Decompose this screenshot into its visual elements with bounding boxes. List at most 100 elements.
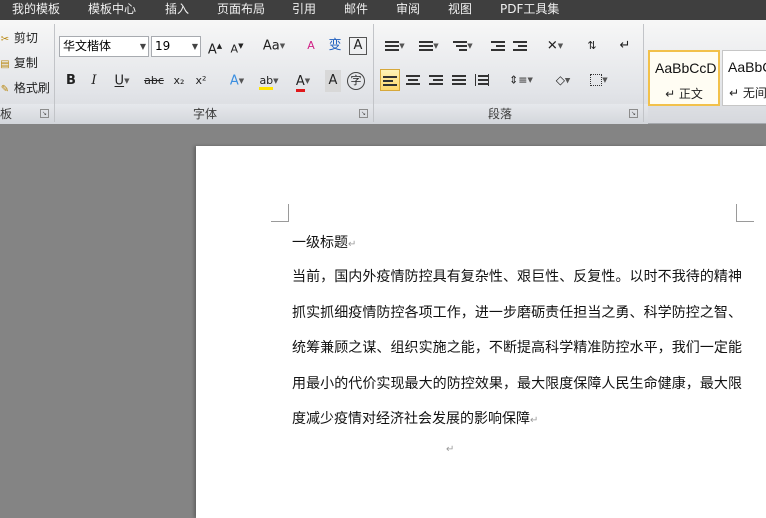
multilevel-list-button[interactable]: ▼ bbox=[448, 35, 478, 57]
style-name: ↵ 无间 bbox=[729, 86, 766, 100]
border-icon bbox=[590, 74, 603, 86]
strikethrough-button[interactable]: abc bbox=[143, 70, 165, 92]
highlighter-icon: ab bbox=[259, 74, 274, 90]
change-case-button[interactable]: Aa▼ bbox=[260, 35, 288, 57]
char-shading-button[interactable]: A bbox=[325, 70, 341, 92]
style-no-spacing[interactable]: AaBbC ↵ 无间 bbox=[722, 50, 766, 106]
strikethrough-icon: abc bbox=[144, 74, 164, 87]
increase-indent-button[interactable] bbox=[510, 35, 530, 57]
decrease-indent-icon bbox=[491, 40, 505, 52]
grow-font-icon: A bbox=[207, 42, 217, 58]
underline-button[interactable]: U▼ bbox=[109, 70, 135, 92]
multilevel-list-icon bbox=[453, 40, 468, 52]
bold-button[interactable]: B bbox=[63, 70, 79, 92]
char-border-button[interactable]: A bbox=[349, 37, 367, 55]
enclose-char-button[interactable]: 字 bbox=[347, 72, 365, 90]
sort-button[interactable]: ⇅ bbox=[582, 35, 602, 57]
clear-format-button[interactable]: A bbox=[302, 35, 320, 57]
subscript-icon: x₂ bbox=[173, 74, 185, 87]
bullets-button[interactable]: ▼ bbox=[380, 35, 410, 57]
font-name-value: 华文楷体 bbox=[63, 39, 112, 53]
group-label-row bbox=[0, 104, 648, 124]
increase-indent-icon bbox=[513, 40, 527, 52]
font-color-icon: A bbox=[295, 73, 305, 92]
show-marks-button[interactable]: ↵ bbox=[616, 35, 634, 57]
borders-button[interactable]: ▼ bbox=[584, 69, 614, 91]
font-launcher-icon[interactable]: ↘ bbox=[359, 109, 368, 118]
tab-page-layout[interactable]: 页面布局 bbox=[217, 0, 265, 20]
style-normal[interactable]: AaBbCcD ↵ 正文 bbox=[648, 50, 720, 106]
paragraph-launcher-icon[interactable]: ↘ bbox=[629, 109, 638, 118]
shrink-font-icon: A bbox=[230, 42, 239, 56]
font-group-label: 字体 bbox=[192, 107, 217, 121]
tab-mailings[interactable]: 邮件 bbox=[344, 0, 368, 20]
text-effect-button[interactable]: A▼ bbox=[224, 70, 250, 92]
sort-icon: ⇅ bbox=[587, 39, 597, 52]
shrink-font-button[interactable]: A▼ bbox=[228, 35, 246, 57]
heading-1[interactable]: 一级标题↵ bbox=[292, 232, 356, 252]
align-left-button[interactable] bbox=[380, 69, 400, 91]
line-spacing-button[interactable]: ⇕≡▼ bbox=[506, 69, 536, 91]
cut-label: 剪切 bbox=[13, 31, 38, 45]
style-sample: AaBbC bbox=[728, 59, 766, 75]
shading-button[interactable]: ◇▼ bbox=[548, 69, 578, 91]
chevron-down-icon: ▼ bbox=[191, 42, 198, 51]
underline-icon: U bbox=[114, 73, 125, 89]
paint-bucket-icon: ◇ bbox=[555, 73, 565, 87]
phonetic-guide-button[interactable]: 变 bbox=[325, 35, 345, 57]
tab-my-templates[interactable]: 我的模板 bbox=[12, 0, 60, 20]
clipboard-group-label: 板 bbox=[0, 107, 13, 121]
chinese-layout-button[interactable]: ✕▼ bbox=[540, 35, 570, 57]
superscript-button[interactable]: x² bbox=[192, 70, 210, 92]
bullet-list-icon bbox=[385, 40, 400, 52]
enclose-char-icon: 字 bbox=[350, 74, 362, 87]
scissors-icon: ✂ bbox=[0, 34, 10, 45]
tab-template-center[interactable]: 模板中心 bbox=[88, 0, 136, 20]
clipboard-launcher-icon[interactable]: ↘ bbox=[40, 109, 49, 118]
align-center-button[interactable] bbox=[403, 69, 423, 91]
change-case-icon: Aa bbox=[262, 38, 280, 54]
eraser-icon: A bbox=[307, 39, 315, 52]
body-paragraph[interactable]: 当前，国内外疫情防控具有复杂性、艰巨性、反复性。以时不我待的精神抓实抓细疫情防控… bbox=[292, 260, 742, 439]
margin-corner-mark bbox=[271, 204, 289, 222]
ribbon-tab-bar: 我的模板 模板中心 插入 页面布局 引用 邮件 审阅 视图 PDF工具集 bbox=[0, 0, 766, 20]
document-area: 一级标题↵ 当前，国内外疫情防控具有复杂性、艰巨性、反复性。以时不我待的精神抓实… bbox=[0, 124, 766, 518]
margin-corner-mark bbox=[736, 204, 754, 222]
subscript-button[interactable]: x₂ bbox=[170, 70, 188, 92]
tab-insert[interactable]: 插入 bbox=[165, 0, 189, 20]
bold-icon: B bbox=[66, 73, 76, 88]
heading-text: 一级标题 bbox=[292, 235, 348, 251]
copy-label: 复制 bbox=[13, 56, 38, 70]
justify-icon bbox=[452, 74, 466, 86]
font-size-value: 19 bbox=[155, 39, 171, 53]
cut-button[interactable]: ✂ 剪切 bbox=[0, 29, 38, 47]
text-effect-icon: A bbox=[229, 73, 239, 89]
document-page[interactable]: 一级标题↵ 当前，国内外疫情防控具有复杂性、艰巨性、反复性。以时不我待的精神抓实… bbox=[196, 146, 766, 518]
highlight-button[interactable]: ab▼ bbox=[254, 70, 284, 92]
tab-references[interactable]: 引用 bbox=[292, 0, 316, 20]
style-sample: AaBbCcD bbox=[655, 60, 717, 76]
tab-view[interactable]: 视图 bbox=[448, 0, 472, 20]
format-painter-label: 格式刷 bbox=[13, 81, 50, 95]
decrease-indent-button[interactable] bbox=[488, 35, 508, 57]
tab-review[interactable]: 审阅 bbox=[396, 0, 420, 20]
ribbon: ✂ 剪切 ▤ 复制 ✎ 格式刷 板 ↘ 华文楷体 ▼ 19 ▼ A▲ A▼ Aa… bbox=[0, 20, 766, 124]
align-center-icon bbox=[406, 74, 420, 86]
format-painter-button[interactable]: ✎ 格式刷 bbox=[0, 79, 50, 97]
align-right-button[interactable] bbox=[426, 69, 446, 91]
italic-button[interactable]: I bbox=[86, 70, 102, 92]
grow-font-button[interactable]: A▲ bbox=[206, 35, 224, 57]
chinese-layout-icon: ✕ bbox=[546, 38, 558, 54]
copy-button[interactable]: ▤ 复制 bbox=[0, 54, 38, 72]
font-size-combo[interactable]: 19 ▼ bbox=[151, 36, 201, 57]
font-color-button[interactable]: A▼ bbox=[289, 70, 317, 92]
font-name-combo[interactable]: 华文楷体 ▼ bbox=[59, 36, 149, 57]
tab-pdf-tools[interactable]: PDF工具集 bbox=[500, 0, 559, 20]
justify-button[interactable] bbox=[449, 69, 469, 91]
paintbrush-icon: ✎ bbox=[0, 84, 10, 95]
distribute-button[interactable] bbox=[472, 69, 492, 91]
paragraph-group-label: 段落 bbox=[487, 107, 512, 121]
numbering-button[interactable]: ▼ bbox=[414, 35, 444, 57]
phonetic-icon: 变 bbox=[328, 38, 342, 53]
char-shading-icon: A bbox=[328, 73, 338, 88]
